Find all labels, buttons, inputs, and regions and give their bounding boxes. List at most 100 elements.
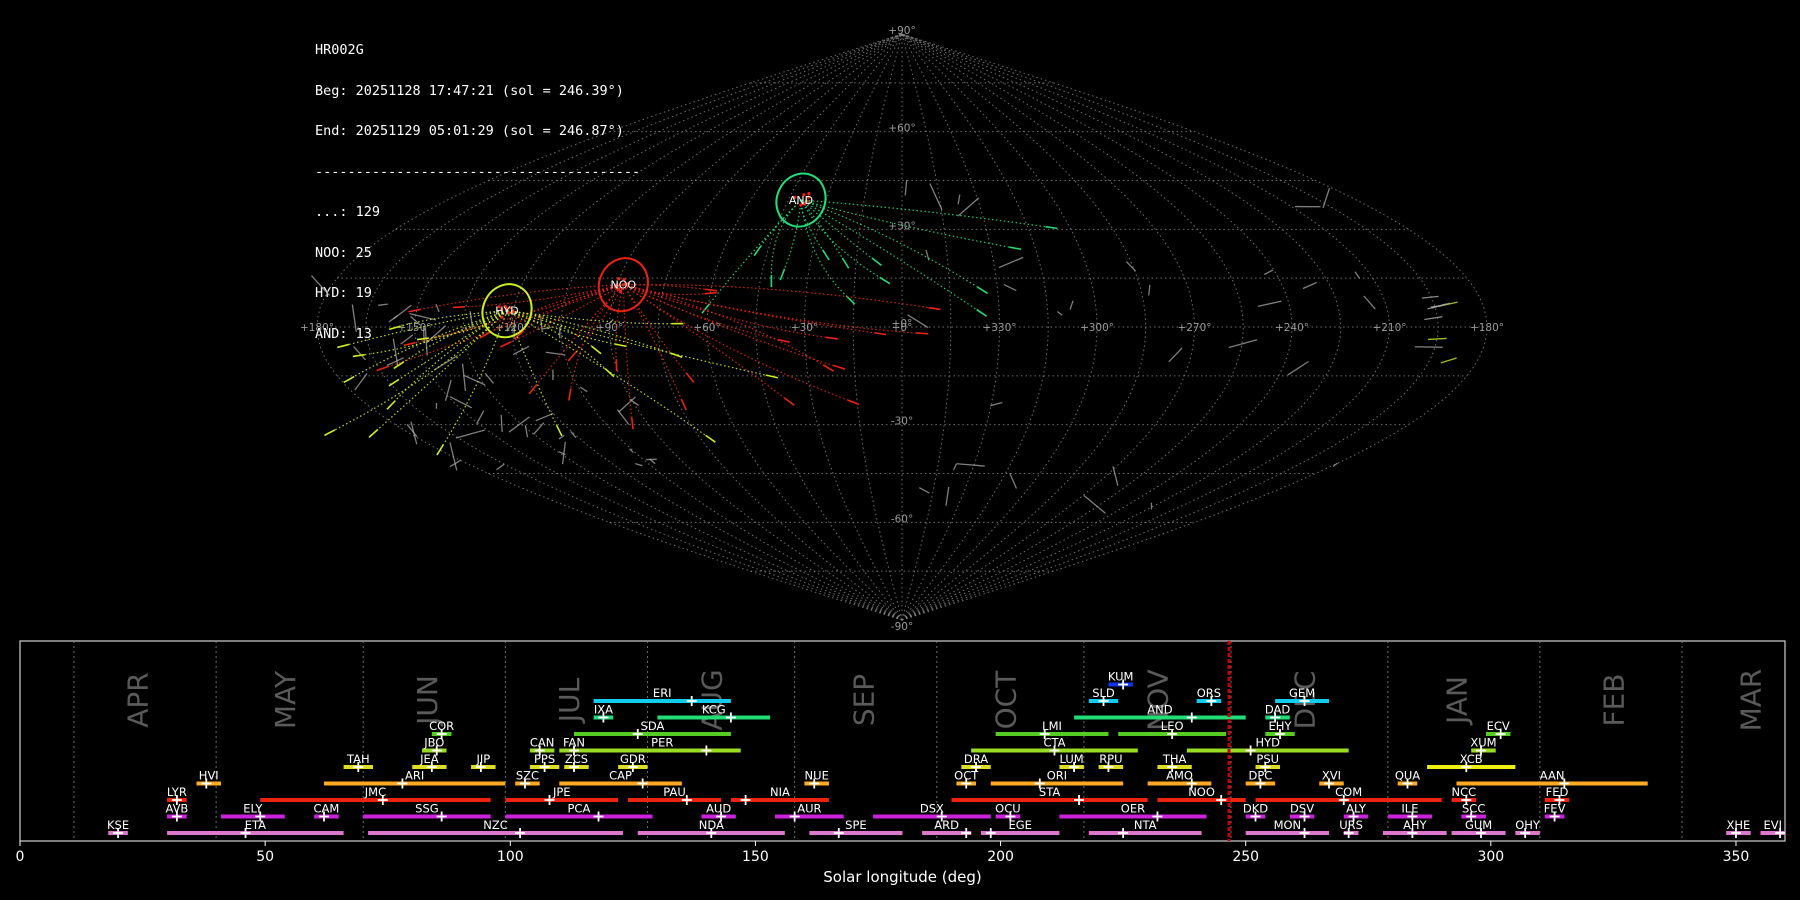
longitude-label: +300°: [1080, 322, 1114, 334]
shower-meteor-noo: [568, 388, 572, 401]
shower-meteor-noo: [777, 338, 790, 343]
shower-label-ori: ORI: [1047, 769, 1067, 783]
sporadic-trail: [463, 374, 486, 386]
shower-label-cta: CTA: [1043, 736, 1065, 750]
shower-meteor-noo: [825, 336, 839, 340]
shower-meteor-noo: [376, 365, 389, 372]
x-tick-label: 250: [1232, 849, 1259, 865]
shower-meteor-hyd: [670, 352, 683, 358]
sporadic-trail: [904, 179, 908, 196]
latitude-label: +90°: [888, 25, 915, 37]
shower-meteor-and: [871, 257, 882, 266]
sporadic-trail: [400, 334, 414, 345]
sporadic-trail: [455, 429, 485, 439]
sporadic-trail: [945, 486, 950, 506]
shower-label-hvi: HVI: [199, 769, 219, 783]
shower-label-nia: NIA: [770, 785, 790, 799]
sporadic-trail: [461, 363, 467, 392]
sporadic-trail: [444, 379, 452, 401]
shower-meteor-noo: [822, 364, 835, 372]
shower-label-xum: XUM: [1470, 736, 1496, 750]
sporadic-trail: [1069, 300, 1074, 310]
shower-label-ors: ORS: [1197, 686, 1221, 700]
shower-meteor-noo: [704, 288, 718, 292]
x-tick-label: 100: [497, 849, 524, 865]
shower-meteor-hyd: [368, 428, 379, 438]
shower-label-oer: OER: [1121, 802, 1145, 816]
shower-label-ely: ELY: [243, 802, 263, 816]
longitude-label: +150°: [397, 322, 431, 334]
sporadic-trail: [1322, 187, 1331, 209]
shower-label-com: COM: [1335, 785, 1362, 799]
sporadic-trail: [998, 256, 1024, 269]
shower-label-ocu: OCU: [995, 802, 1021, 816]
sporadic-trail: [1424, 316, 1443, 321]
x-tick-label: 50: [256, 849, 274, 865]
shower-label-pca: PCA: [567, 802, 590, 816]
sporadic-trail: [1112, 466, 1119, 486]
shower-trail-and: [800, 199, 977, 311]
shower-label-jpe: JPE: [552, 785, 571, 799]
x-tick-label: 200: [987, 849, 1014, 865]
shower-meteor-hyd: [555, 424, 563, 437]
sporadic-trail: [957, 197, 980, 217]
shower-label-ard: ARD: [934, 818, 959, 832]
shower-label-fed: FED: [1546, 785, 1569, 799]
shower-label-pau: PAU: [663, 785, 685, 799]
month-label: MAR: [1735, 669, 1768, 732]
latitude-label: +60°: [888, 123, 915, 135]
shower-label-sld: SLD: [1092, 686, 1115, 700]
chart-canvas: +180° +150° +120° +90° +60° +30° +0° +330° +300°…: [16, 25, 1786, 886]
shower-meteor-noo: [704, 291, 717, 295]
sporadic-trail: [435, 303, 440, 313]
longitude-label: +270°: [1177, 322, 1211, 334]
latitude-label: -30°: [891, 416, 913, 428]
sporadic-trail: [1354, 271, 1361, 279]
shower-trail-and: [800, 199, 978, 288]
shower-label-kum: KUM: [1108, 670, 1134, 684]
latitude-label: +30°: [888, 220, 915, 232]
shower-label-oct: OCT: [954, 769, 979, 783]
sporadic-trail: [1003, 284, 1017, 292]
shower-trail-hyd: [506, 310, 767, 376]
shower-label-per: PER: [651, 736, 673, 750]
shower-label-amo: AMO: [1166, 769, 1193, 783]
sporadic-trail: [449, 396, 472, 409]
sporadic-trail: [354, 373, 368, 391]
shower-label-can: CAN: [530, 736, 555, 750]
shower-meteor-hyd: [604, 367, 615, 378]
sporadic-trail: [1427, 303, 1447, 310]
shower-meteor-hyd: [337, 343, 350, 349]
sporadic-trail: [1009, 472, 1018, 489]
shower-label-jea: JEA: [419, 752, 439, 766]
radiant-label-noo: NOO: [611, 279, 637, 292]
sporadic-trail: [310, 275, 330, 296]
longitude-label: +240°: [1275, 322, 1309, 334]
shower-meteor-noo: [847, 399, 860, 406]
shower-meteor-noo: [784, 397, 795, 406]
shower-trail-and: [784, 199, 802, 270]
sporadic-trail: [1427, 337, 1447, 341]
shower-meteor-noo: [916, 332, 929, 335]
month-label: JUL: [553, 677, 586, 724]
shower-trail-noo: [622, 284, 786, 399]
shower-label-xvi: XVI: [1322, 769, 1341, 783]
shower-label-fev: FEV: [1544, 802, 1566, 816]
sporadic-trail: [1440, 357, 1457, 364]
shower-meteor-hyd: [436, 444, 444, 456]
shower-label-dkd: DKD: [1243, 802, 1268, 816]
sporadic-trail: [1363, 295, 1376, 310]
shower-label-zcs: ZCS: [565, 752, 588, 766]
shower-label-nda: NDA: [699, 818, 724, 832]
shower-meteor-noo: [408, 308, 421, 313]
shower-label-kse: KSE: [107, 818, 129, 832]
sporadic-trail: [496, 463, 505, 471]
shower-label-gem: GEM: [1289, 686, 1315, 700]
shower-label-rpu: RPU: [1099, 752, 1122, 766]
shower-meteor-hyd: [591, 345, 602, 355]
sporadic-trail: [1228, 339, 1258, 349]
sporadic-trail: [378, 303, 388, 306]
shower-meteor-hyd: [416, 337, 430, 341]
shower-label-ssg: SSG: [415, 802, 439, 816]
shower-label-dad: DAD: [1265, 703, 1291, 717]
